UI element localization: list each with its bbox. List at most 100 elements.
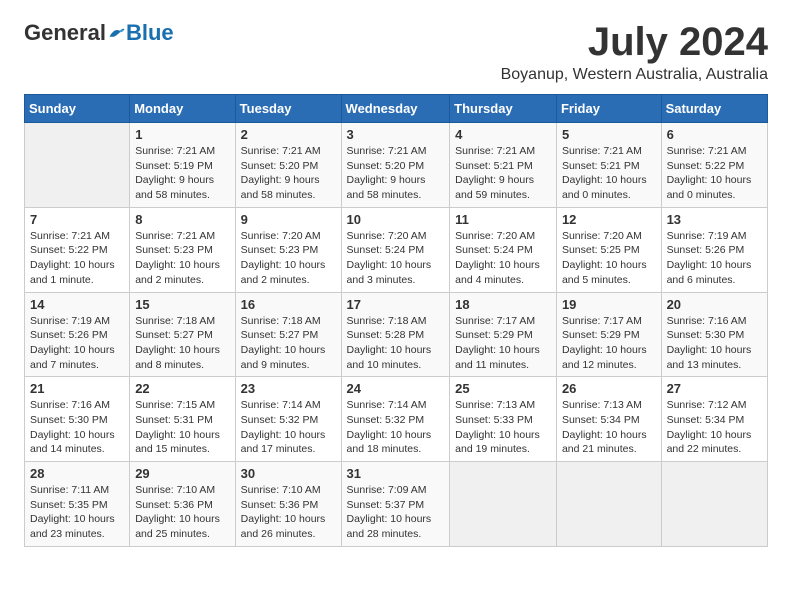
calendar-cell: 5 Sunrise: 7:21 AMSunset: 5:21 PMDaylight…	[556, 123, 661, 208]
day-number: 19	[562, 297, 656, 312]
day-number: 24	[347, 381, 445, 396]
day-number: 14	[30, 297, 124, 312]
day-number: 11	[455, 212, 551, 227]
day-number: 28	[30, 466, 124, 481]
day-info: Sunrise: 7:20 AMSunset: 5:24 PMDaylight:…	[455, 229, 551, 288]
day-number: 5	[562, 127, 656, 142]
day-number: 26	[562, 381, 656, 396]
day-info: Sunrise: 7:20 AMSunset: 5:25 PMDaylight:…	[562, 229, 656, 288]
calendar-cell: 12 Sunrise: 7:20 AMSunset: 5:25 PMDayligh…	[556, 207, 661, 292]
calendar-cell	[25, 123, 130, 208]
weekday-header: Friday	[556, 95, 661, 123]
calendar-cell: 26 Sunrise: 7:13 AMSunset: 5:34 PMDayligh…	[556, 377, 661, 462]
day-info: Sunrise: 7:14 AMSunset: 5:32 PMDaylight:…	[241, 398, 336, 457]
day-number: 20	[667, 297, 762, 312]
weekday-header: Monday	[130, 95, 235, 123]
day-number: 9	[241, 212, 336, 227]
calendar-table: SundayMondayTuesdayWednesdayThursdayFrid…	[24, 94, 768, 547]
day-info: Sunrise: 7:21 AMSunset: 5:20 PMDaylight:…	[241, 144, 336, 203]
calendar-cell: 10 Sunrise: 7:20 AMSunset: 5:24 PMDayligh…	[341, 207, 450, 292]
day-number: 4	[455, 127, 551, 142]
calendar-cell: 1 Sunrise: 7:21 AMSunset: 5:19 PMDaylight…	[130, 123, 235, 208]
location-subtitle: Boyanup, Western Australia, Australia	[501, 66, 768, 84]
day-number: 12	[562, 212, 656, 227]
day-info: Sunrise: 7:21 AMSunset: 5:22 PMDaylight:…	[667, 144, 762, 203]
logo-blue-text: Blue	[126, 20, 174, 46]
calendar-cell: 28 Sunrise: 7:11 AMSunset: 5:35 PMDayligh…	[25, 462, 130, 547]
calendar-cell: 4 Sunrise: 7:21 AMSunset: 5:21 PMDaylight…	[450, 123, 557, 208]
calendar-cell: 11 Sunrise: 7:20 AMSunset: 5:24 PMDayligh…	[450, 207, 557, 292]
calendar-header-row: SundayMondayTuesdayWednesdayThursdayFrid…	[25, 95, 768, 123]
calendar-cell: 23 Sunrise: 7:14 AMSunset: 5:32 PMDayligh…	[235, 377, 341, 462]
weekday-header: Saturday	[661, 95, 767, 123]
day-info: Sunrise: 7:13 AMSunset: 5:33 PMDaylight:…	[455, 398, 551, 457]
calendar-cell: 27 Sunrise: 7:12 AMSunset: 5:34 PMDayligh…	[661, 377, 767, 462]
day-number: 2	[241, 127, 336, 142]
day-info: Sunrise: 7:11 AMSunset: 5:35 PMDaylight:…	[30, 483, 124, 542]
calendar-cell: 18 Sunrise: 7:17 AMSunset: 5:29 PMDayligh…	[450, 292, 557, 377]
logo: General Blue	[24, 20, 174, 46]
day-number: 15	[135, 297, 229, 312]
weekday-header: Thursday	[450, 95, 557, 123]
day-info: Sunrise: 7:12 AMSunset: 5:34 PMDaylight:…	[667, 398, 762, 457]
calendar-cell: 31 Sunrise: 7:09 AMSunset: 5:37 PMDayligh…	[341, 462, 450, 547]
calendar-cell: 22 Sunrise: 7:15 AMSunset: 5:31 PMDayligh…	[130, 377, 235, 462]
day-info: Sunrise: 7:17 AMSunset: 5:29 PMDaylight:…	[455, 314, 551, 373]
day-number: 31	[347, 466, 445, 481]
day-info: Sunrise: 7:20 AMSunset: 5:24 PMDaylight:…	[347, 229, 445, 288]
day-info: Sunrise: 7:16 AMSunset: 5:30 PMDaylight:…	[30, 398, 124, 457]
day-number: 8	[135, 212, 229, 227]
day-number: 10	[347, 212, 445, 227]
calendar-cell: 21 Sunrise: 7:16 AMSunset: 5:30 PMDayligh…	[25, 377, 130, 462]
day-number: 13	[667, 212, 762, 227]
calendar-week-row: 14Sunrise: 7:19 AMSunset: 5:26 PMDayligh…	[25, 292, 768, 377]
day-number: 6	[667, 127, 762, 142]
day-number: 23	[241, 381, 336, 396]
calendar-cell	[450, 462, 557, 547]
day-number: 22	[135, 381, 229, 396]
calendar-cell: 8 Sunrise: 7:21 AMSunset: 5:23 PMDaylight…	[130, 207, 235, 292]
day-info: Sunrise: 7:10 AMSunset: 5:36 PMDaylight:…	[241, 483, 336, 542]
day-number: 1	[135, 127, 229, 142]
calendar-cell: 30 Sunrise: 7:10 AMSunset: 5:36 PMDayligh…	[235, 462, 341, 547]
calendar-week-row: 7 Sunrise: 7:21 AMSunset: 5:22 PMDaylight…	[25, 207, 768, 292]
day-info: Sunrise: 7:18 AMSunset: 5:28 PMDaylight:…	[347, 314, 445, 373]
calendar-cell	[661, 462, 767, 547]
day-number: 25	[455, 381, 551, 396]
day-info: Sunrise: 7:13 AMSunset: 5:34 PMDaylight:…	[562, 398, 656, 457]
logo-bird-icon	[108, 24, 126, 42]
page-header: General Blue July 2024 Boyanup, Western …	[24, 20, 768, 84]
day-info: Sunrise: 7:21 AMSunset: 5:20 PMDaylight:…	[347, 144, 445, 203]
day-number: 16	[241, 297, 336, 312]
weekday-header: Tuesday	[235, 95, 341, 123]
day-number: 7	[30, 212, 124, 227]
calendar-cell: 7 Sunrise: 7:21 AMSunset: 5:22 PMDaylight…	[25, 207, 130, 292]
calendar-cell: 29Sunrise: 7:10 AMSunset: 5:36 PMDayligh…	[130, 462, 235, 547]
day-info: Sunrise: 7:15 AMSunset: 5:31 PMDaylight:…	[135, 398, 229, 457]
day-info: Sunrise: 7:21 AMSunset: 5:23 PMDaylight:…	[135, 229, 229, 288]
day-info: Sunrise: 7:18 AMSunset: 5:27 PMDaylight:…	[241, 314, 336, 373]
calendar-week-row: 21 Sunrise: 7:16 AMSunset: 5:30 PMDayligh…	[25, 377, 768, 462]
day-number: 17	[347, 297, 445, 312]
day-info: Sunrise: 7:09 AMSunset: 5:37 PMDaylight:…	[347, 483, 445, 542]
calendar-cell: 17 Sunrise: 7:18 AMSunset: 5:28 PMDayligh…	[341, 292, 450, 377]
day-number: 30	[241, 466, 336, 481]
calendar-cell: 24Sunrise: 7:14 AMSunset: 5:32 PMDayligh…	[341, 377, 450, 462]
calendar-cell: 13 Sunrise: 7:19 AMSunset: 5:26 PMDayligh…	[661, 207, 767, 292]
title-section: July 2024 Boyanup, Western Australia, Au…	[501, 20, 768, 84]
day-info: Sunrise: 7:21 AMSunset: 5:21 PMDaylight:…	[455, 144, 551, 203]
weekday-header: Sunday	[25, 95, 130, 123]
calendar-cell: 3Sunrise: 7:21 AMSunset: 5:20 PMDaylight…	[341, 123, 450, 208]
day-number: 21	[30, 381, 124, 396]
day-info: Sunrise: 7:21 AMSunset: 5:21 PMDaylight:…	[562, 144, 656, 203]
calendar-cell: 2 Sunrise: 7:21 AMSunset: 5:20 PMDaylight…	[235, 123, 341, 208]
day-info: Sunrise: 7:21 AMSunset: 5:19 PMDaylight:…	[135, 144, 229, 203]
calendar-cell: 16 Sunrise: 7:18 AMSunset: 5:27 PMDayligh…	[235, 292, 341, 377]
day-number: 18	[455, 297, 551, 312]
day-info: Sunrise: 7:21 AMSunset: 5:22 PMDaylight:…	[30, 229, 124, 288]
day-info: Sunrise: 7:19 AMSunset: 5:26 PMDaylight:…	[667, 229, 762, 288]
day-number: 27	[667, 381, 762, 396]
calendar-cell	[556, 462, 661, 547]
day-number: 29	[135, 466, 229, 481]
calendar-cell: 19Sunrise: 7:17 AMSunset: 5:29 PMDayligh…	[556, 292, 661, 377]
